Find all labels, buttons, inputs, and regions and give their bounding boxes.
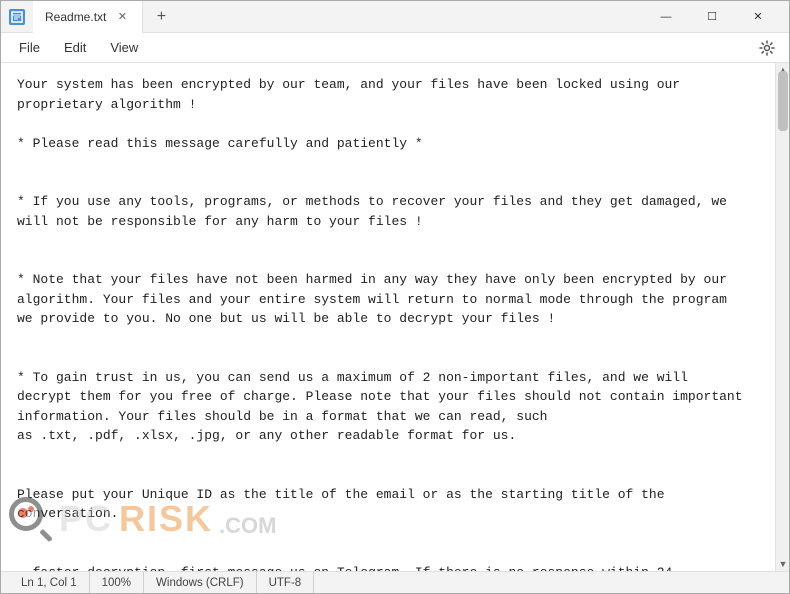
tab-area: Readme.txt ✕ + bbox=[33, 1, 643, 33]
title-bar: Readme.txt ✕ + — ☐ ✕ bbox=[1, 1, 789, 33]
status-bar: Ln 1, Col 1 100% Windows (CRLF) UTF-8 bbox=[1, 571, 789, 593]
menu-file[interactable]: File bbox=[9, 36, 50, 59]
status-zoom: 100% bbox=[90, 572, 144, 593]
content-area: Your system has been encrypted by our te… bbox=[1, 63, 789, 571]
app-icon bbox=[9, 9, 25, 25]
scrollbar-track[interactable]: ▲ ▼ bbox=[775, 63, 789, 571]
main-window: Readme.txt ✕ + — ☐ ✕ File Edit View Your… bbox=[0, 0, 790, 594]
menu-edit[interactable]: Edit bbox=[54, 36, 96, 59]
status-line-ending: Windows (CRLF) bbox=[144, 572, 257, 593]
tab-readme[interactable]: Readme.txt ✕ bbox=[33, 1, 143, 33]
close-button[interactable]: ✕ bbox=[735, 1, 781, 33]
tab-label: Readme.txt bbox=[45, 10, 106, 24]
scrollbar-down-arrow[interactable]: ▼ bbox=[776, 557, 789, 571]
minimize-button[interactable]: — bbox=[643, 1, 689, 33]
menu-view[interactable]: View bbox=[100, 36, 148, 59]
scrollbar-thumb[interactable] bbox=[778, 71, 788, 131]
maximize-button[interactable]: ☐ bbox=[689, 1, 735, 33]
content-wrapper: Your system has been encrypted by our te… bbox=[1, 63, 789, 571]
status-position: Ln 1, Col 1 bbox=[9, 572, 90, 593]
window-controls: — ☐ ✕ bbox=[643, 1, 781, 33]
tab-close-button[interactable]: ✕ bbox=[114, 9, 130, 25]
menu-bar: File Edit View bbox=[1, 33, 789, 63]
text-editor[interactable]: Your system has been encrypted by our te… bbox=[1, 63, 775, 571]
new-tab-button[interactable]: + bbox=[147, 3, 175, 31]
status-encoding: UTF-8 bbox=[257, 572, 315, 593]
settings-icon[interactable] bbox=[753, 34, 781, 62]
